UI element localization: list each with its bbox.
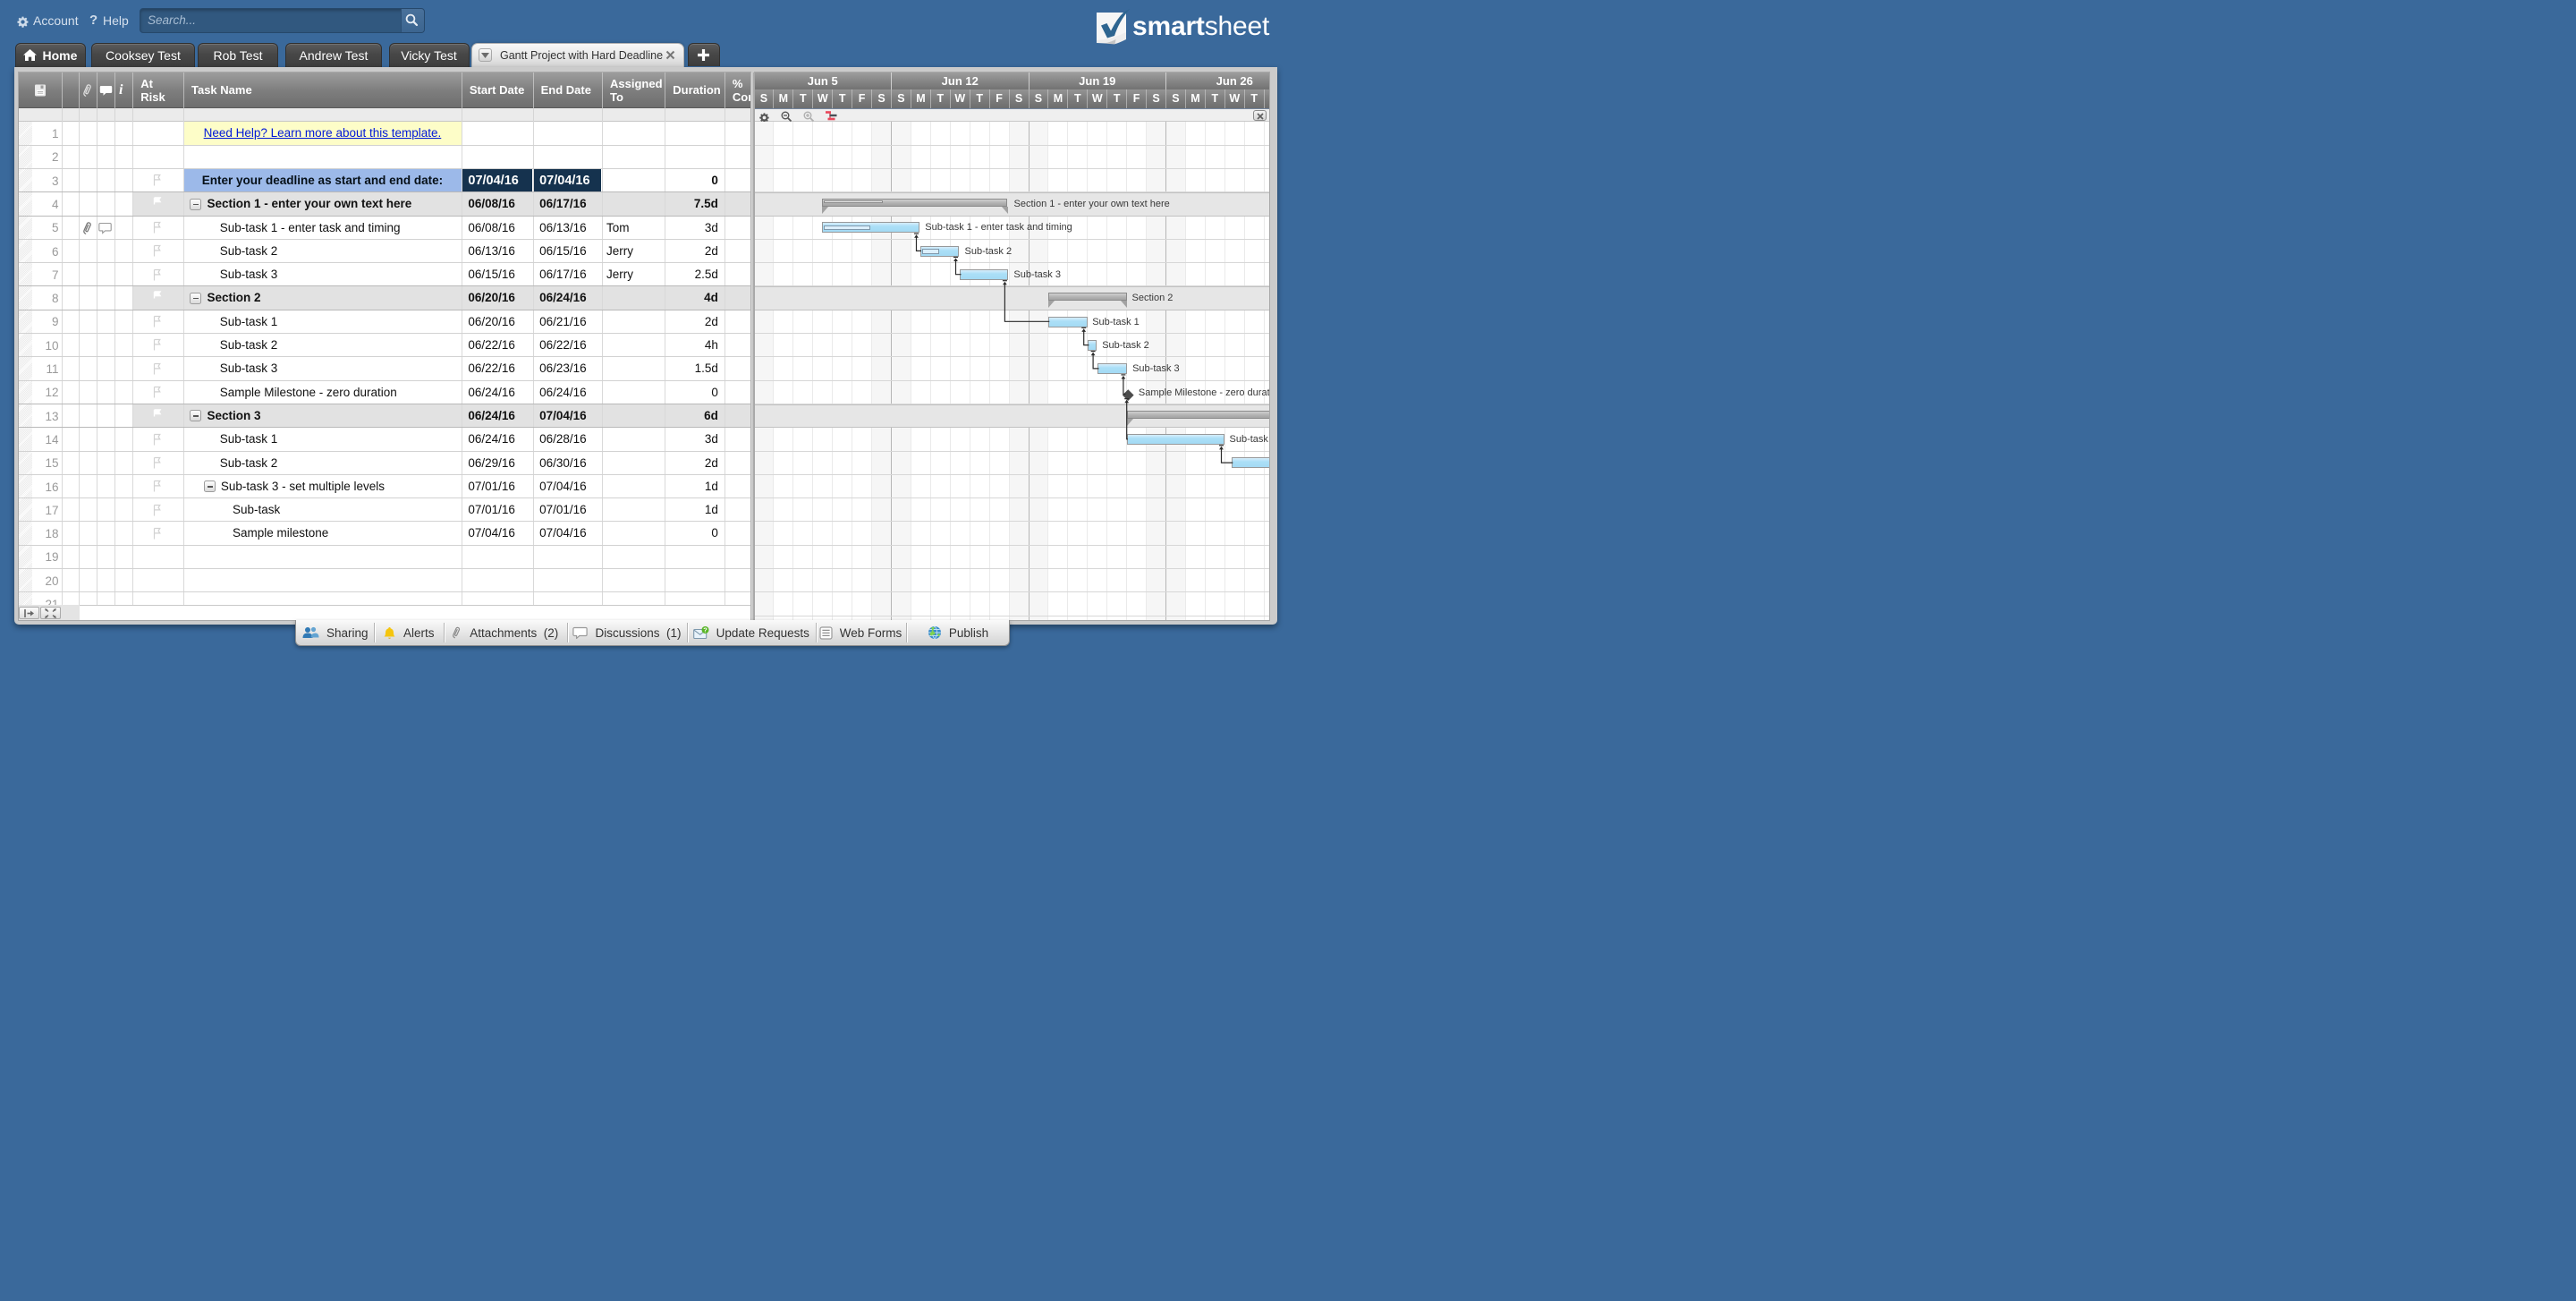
svg-text:?: ? (703, 626, 708, 634)
